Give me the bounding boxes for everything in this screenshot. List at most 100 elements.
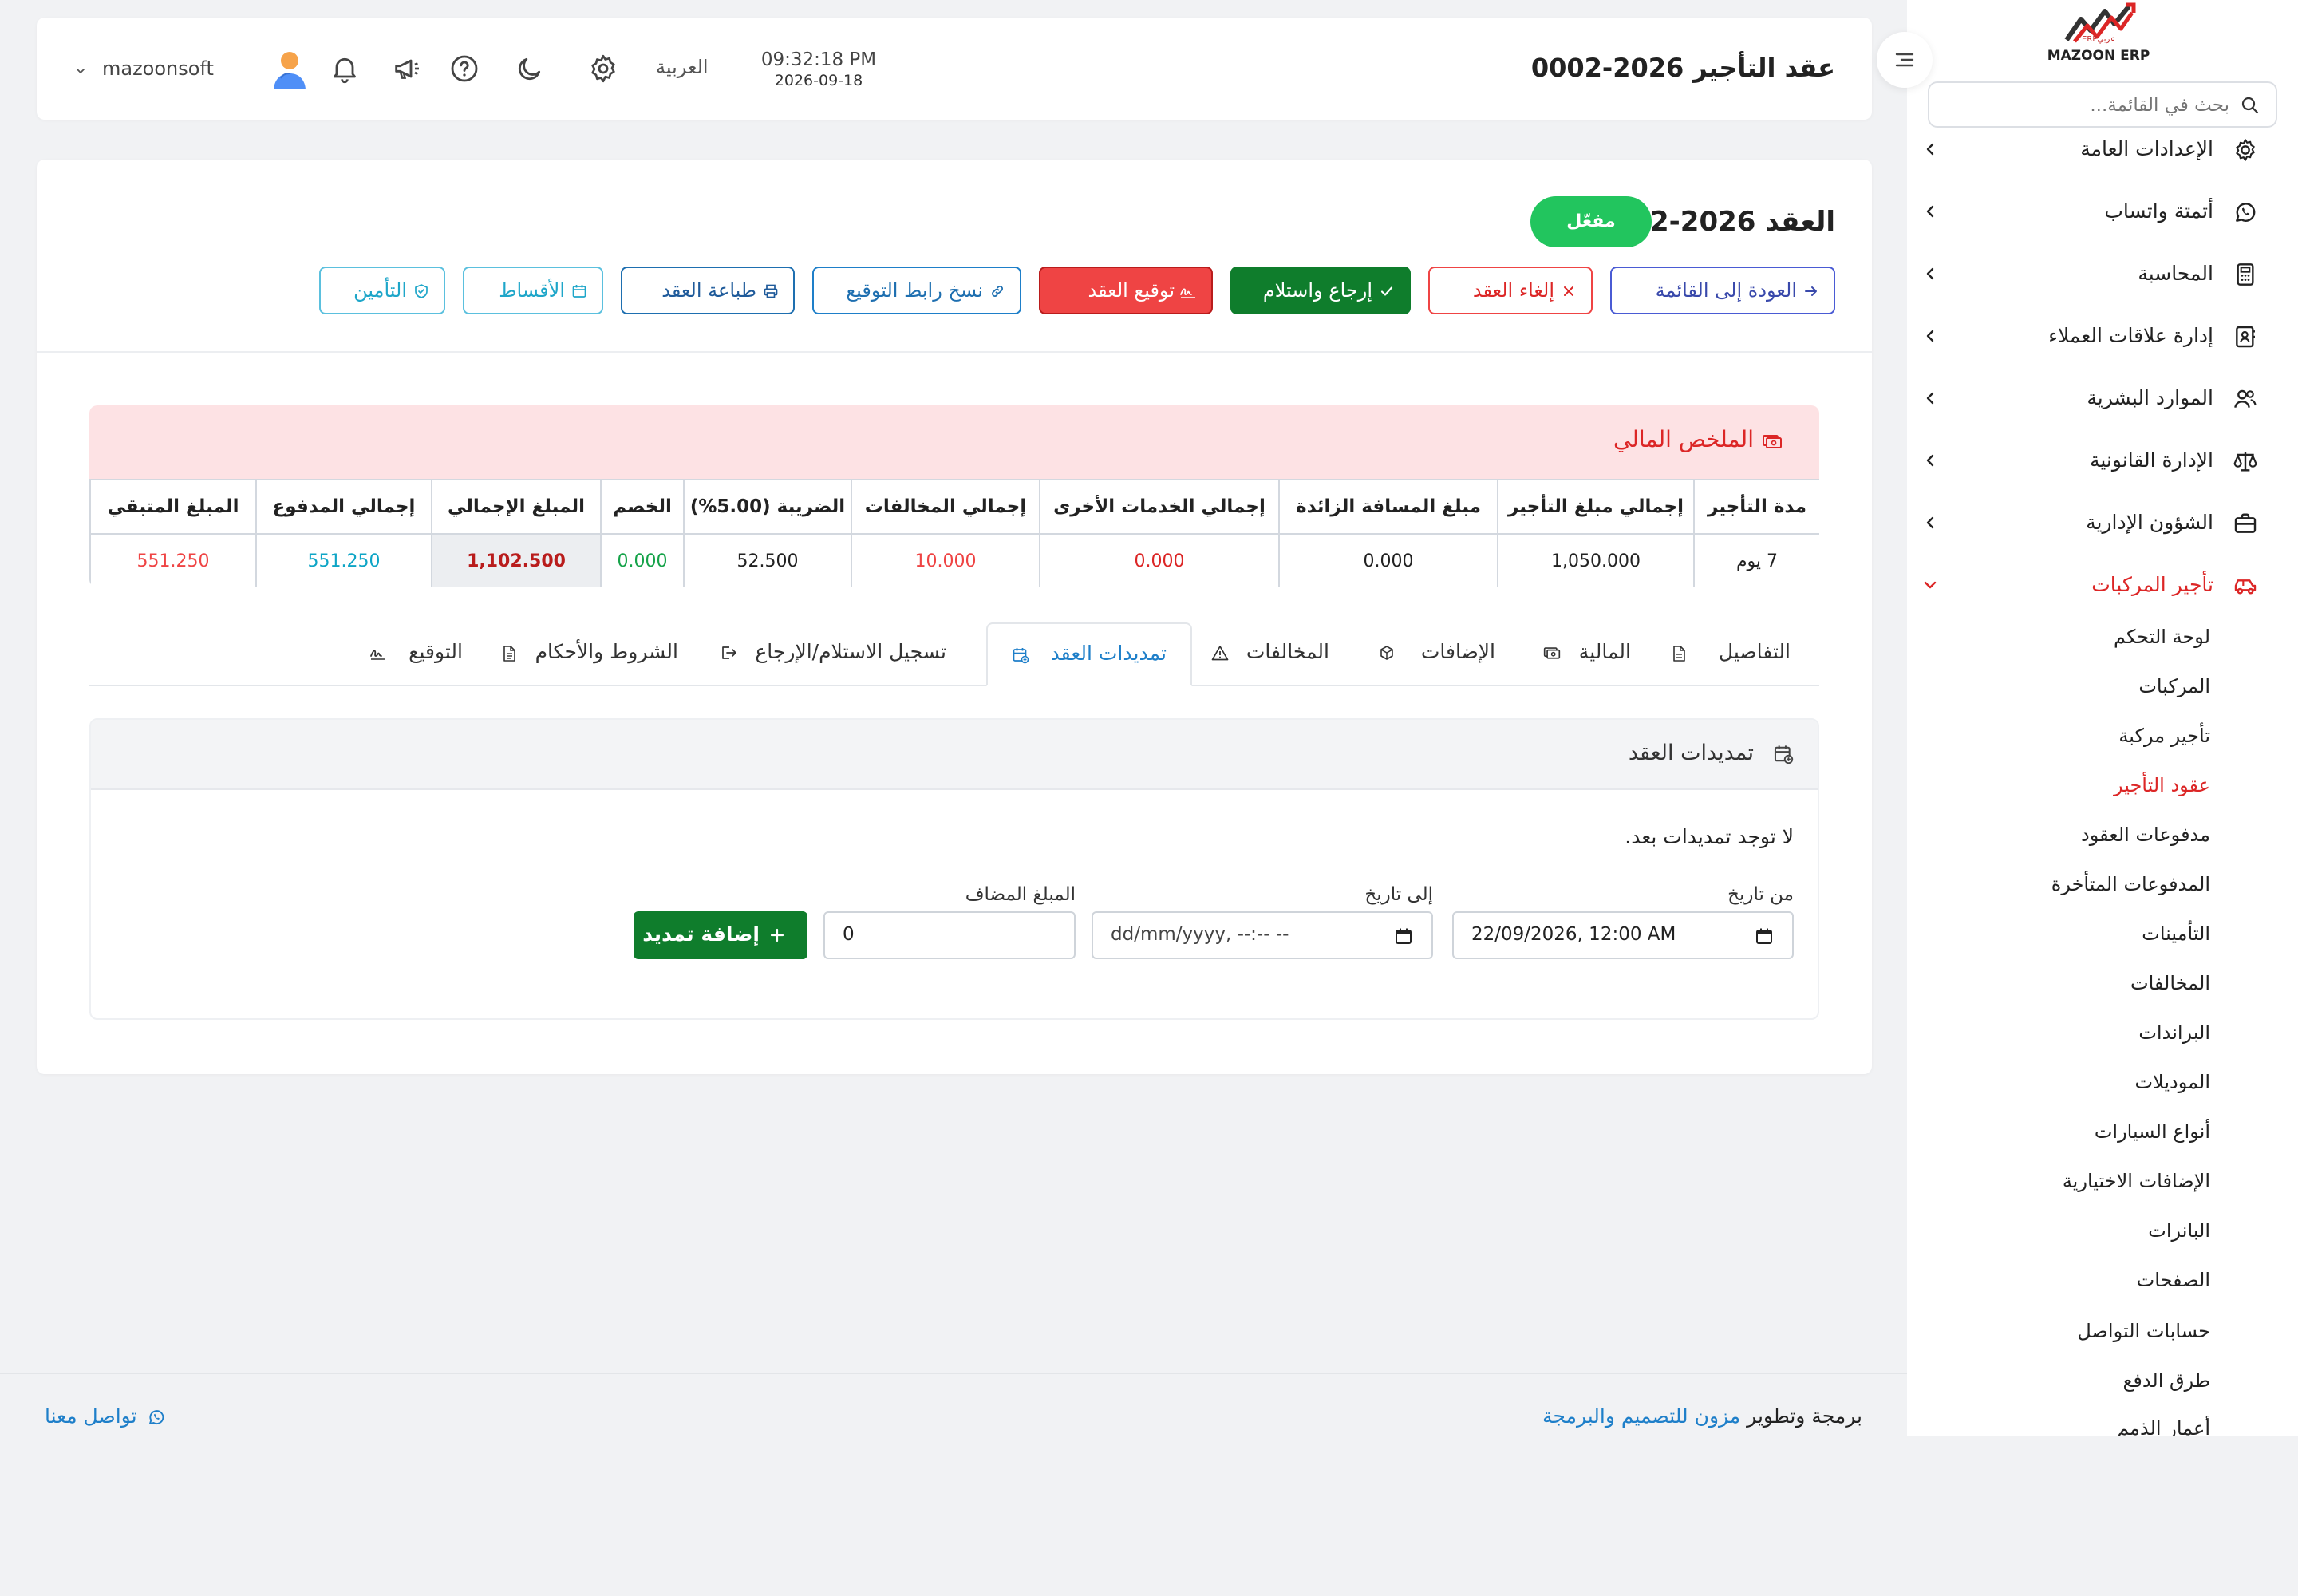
tab-checkin-return[interactable]: تسجيل الاستلام/الإرجاع	[720, 622, 946, 686]
document-icon	[1673, 646, 1685, 662]
footer-credit: برمجة وتطوير مزون للتصميم والبرمجة	[1542, 1404, 1862, 1428]
link-icon	[992, 286, 1003, 297]
contact-us-link[interactable]: تواصل معنا	[45, 1404, 164, 1428]
gear-icon	[2236, 139, 2255, 161]
print-button-label: طباعة العقد	[661, 279, 756, 302]
clock-date: 2026-09-18	[774, 72, 863, 89]
signature-icon	[1180, 288, 1195, 298]
sidebar-sub-insurances[interactable]: التأمينات	[2142, 922, 2210, 945]
sidebar-item-legal[interactable]: الإدارة القانونية	[1923, 440, 2258, 480]
scale-icon	[2233, 452, 2257, 472]
box-icon	[1380, 646, 1393, 660]
sidebar-item-admin-affairs[interactable]: الشؤون الإدارية	[1923, 503, 2258, 543]
settings-gear-icon[interactable]	[587, 53, 619, 85]
whatsapp-icon	[148, 1410, 164, 1424]
sidebar-sub-social-accounts[interactable]: حسابات التواصل	[2077, 1320, 2210, 1342]
sidebar-item-whatsapp[interactable]: أتمتة واتساب	[1923, 192, 2258, 231]
sidebar-sub-rental-contracts[interactable]: عقود التأجير	[2114, 774, 2210, 796]
sidebar-sub-optional-addons[interactable]: الإضافات الاختيارية	[2063, 1170, 2210, 1192]
dark-mode-moon-icon[interactable]	[514, 53, 546, 85]
calendar-icon[interactable]	[1755, 927, 1773, 945]
cell-total-amount: 1,102.500	[431, 533, 602, 587]
sidebar-sub-contract-payments[interactable]: مدفوعات العقود	[2081, 824, 2210, 846]
sidebar-sub-brands[interactable]: البراندات	[2138, 1021, 2210, 1044]
signature-icon	[370, 650, 385, 660]
table-header-row: مدة التأجير إجمالي مبلغ التأجير مبلغ الم…	[89, 479, 1819, 535]
tab-violations[interactable]: المخالفات	[1211, 622, 1329, 686]
copy-signature-link-button[interactable]: نسخ رابط التوقيع	[812, 267, 1021, 314]
announcement-megaphone-icon[interactable]	[391, 53, 423, 85]
tab-terms-conditions[interactable]: الشروط والأحكام	[501, 622, 678, 686]
shield-icon	[415, 284, 428, 298]
column-header: المبلغ المتبقي	[89, 479, 257, 535]
sidebar-search[interactable]	[1928, 81, 2277, 128]
sidebar-sub-pages[interactable]: الصفحات	[2137, 1269, 2210, 1291]
sidebar-item-general-settings[interactable]: الإعدادات العامة	[1923, 129, 2258, 169]
language-switcher[interactable]: العربية	[656, 56, 709, 78]
close-icon	[1564, 286, 1573, 296]
cancel-contract-button[interactable]: إلغاء العقد	[1428, 267, 1593, 314]
tab-financial[interactable]: المالية	[1543, 622, 1631, 686]
insurance-button[interactable]: التأمين	[319, 267, 445, 314]
sign-contract-button[interactable]: توقيع العقد	[1039, 267, 1213, 314]
help-icon[interactable]	[448, 53, 480, 85]
sidebar-item-accounting[interactable]: المحاسبة	[1923, 254, 2258, 294]
sidebar-sub-models[interactable]: الموديلات	[2134, 1071, 2210, 1093]
mazoon-logo[interactable]: ERPعربي MAZOON ERP	[2027, 0, 2170, 69]
car-icon	[2234, 579, 2257, 595]
sidebar-search-input[interactable]	[1958, 91, 2229, 120]
sidebar-sub-violations[interactable]: المخالفات	[2130, 972, 2210, 994]
tab-signature[interactable]: التوقيع	[369, 622, 463, 686]
sidebar-sub-dashboard[interactable]: لوحة التحكم	[2114, 626, 2210, 648]
sidebar-sub-late-payments[interactable]: المدفوعات المتأخرة	[2051, 873, 2210, 895]
footer-credit-link[interactable]: مزون للتصميم والبرمجة	[1542, 1404, 1740, 1428]
cell-remaining: 551.250	[89, 533, 257, 587]
sidebar-item-label: الشؤون الإدارية	[2086, 511, 2213, 534]
tab-label: الإضافات	[1420, 640, 1495, 663]
tab-details[interactable]: التفاصيل	[1671, 622, 1791, 686]
notifications-bell-icon[interactable]	[329, 53, 361, 85]
calendar-icon[interactable]	[1395, 927, 1412, 945]
sidebar-item-label: إدارة علاقات العملاء	[2048, 324, 2213, 347]
sidebar-sub-vehicles[interactable]: المركبات	[2138, 675, 2210, 697]
username: mazoonsoft	[102, 57, 214, 80]
cancel-button-label: إلغاء العقد	[1472, 279, 1554, 302]
sidebar-item-label: الإعدادات العامة	[2080, 137, 2213, 160]
financial-summary-table: مدة التأجير إجمالي مبلغ التأجير مبلغ الم…	[89, 479, 1819, 587]
tab-contract-extensions[interactable]: تمديدات العقد	[986, 622, 1192, 686]
to-date-input[interactable]: dd/mm/yyyy, --:-- --	[1092, 911, 1433, 959]
printer-icon	[764, 284, 778, 298]
chevron-left-icon	[1926, 516, 1934, 529]
chevron-left-icon	[1926, 330, 1934, 342]
table-row: 7 يوم 1,050.000 0.000 0.000 10.000 52.50…	[89, 533, 1819, 587]
sidebar-toggle-button[interactable]	[1877, 32, 1933, 88]
briefcase-icon	[2234, 513, 2257, 533]
cell-other-services: 0.000	[1039, 533, 1280, 587]
add-extension-button[interactable]: إضافة تمديد	[634, 911, 807, 959]
calculator-icon	[2237, 263, 2254, 286]
logo-small-text: ERPعربي	[2082, 35, 2115, 44]
financial-summary-title: الملخص المالي	[1613, 426, 1754, 452]
sidebar-sub-banners[interactable]: البانرات	[2148, 1219, 2210, 1242]
tab-label: التوقيع	[409, 640, 463, 663]
installments-button[interactable]: الأقساط	[463, 267, 603, 314]
print-contract-button[interactable]: طباعة العقد	[621, 267, 795, 314]
sidebar-sub-receivables-aging[interactable]: أعمار الذمم	[2117, 1417, 2210, 1436]
header-clock: 09:32:18 PM 2026-09-18	[755, 49, 882, 89]
column-header: الخصم	[600, 479, 685, 535]
column-header: إجمالي مبلغ التأجير	[1497, 479, 1695, 535]
tab-addons[interactable]: الإضافات	[1379, 622, 1495, 686]
from-date-input[interactable]: 22/09/2026, 12:00 AM	[1452, 911, 1794, 959]
footer-credit-prefix: برمجة وتطوير	[1747, 1404, 1862, 1428]
sidebar-sub-rent-vehicle[interactable]: تأجير مركبة	[2118, 725, 2210, 747]
back-to-list-button[interactable]: العودة إلى القائمة	[1610, 267, 1835, 314]
sidebar-item-crm[interactable]: إدارة علاقات العملاء	[1923, 316, 2258, 356]
from-date-value: 22/09/2026, 12:00 AM	[1471, 924, 1676, 945]
sidebar-item-vehicle-rental[interactable]: تأجير المركبات	[1923, 565, 2258, 605]
added-amount-input[interactable]: 0	[823, 911, 1076, 959]
sidebar-item-hr[interactable]: الموارد البشرية	[1923, 378, 2258, 418]
return-and-receive-button[interactable]: إرجاع واستلام	[1230, 267, 1411, 314]
sidebar-sub-payment-methods[interactable]: طرق الدفع	[2123, 1369, 2210, 1392]
sidebar-sub-car-types[interactable]: أنواع السيارات	[2095, 1120, 2210, 1143]
back-button-label: العودة إلى القائمة	[1655, 279, 1797, 302]
